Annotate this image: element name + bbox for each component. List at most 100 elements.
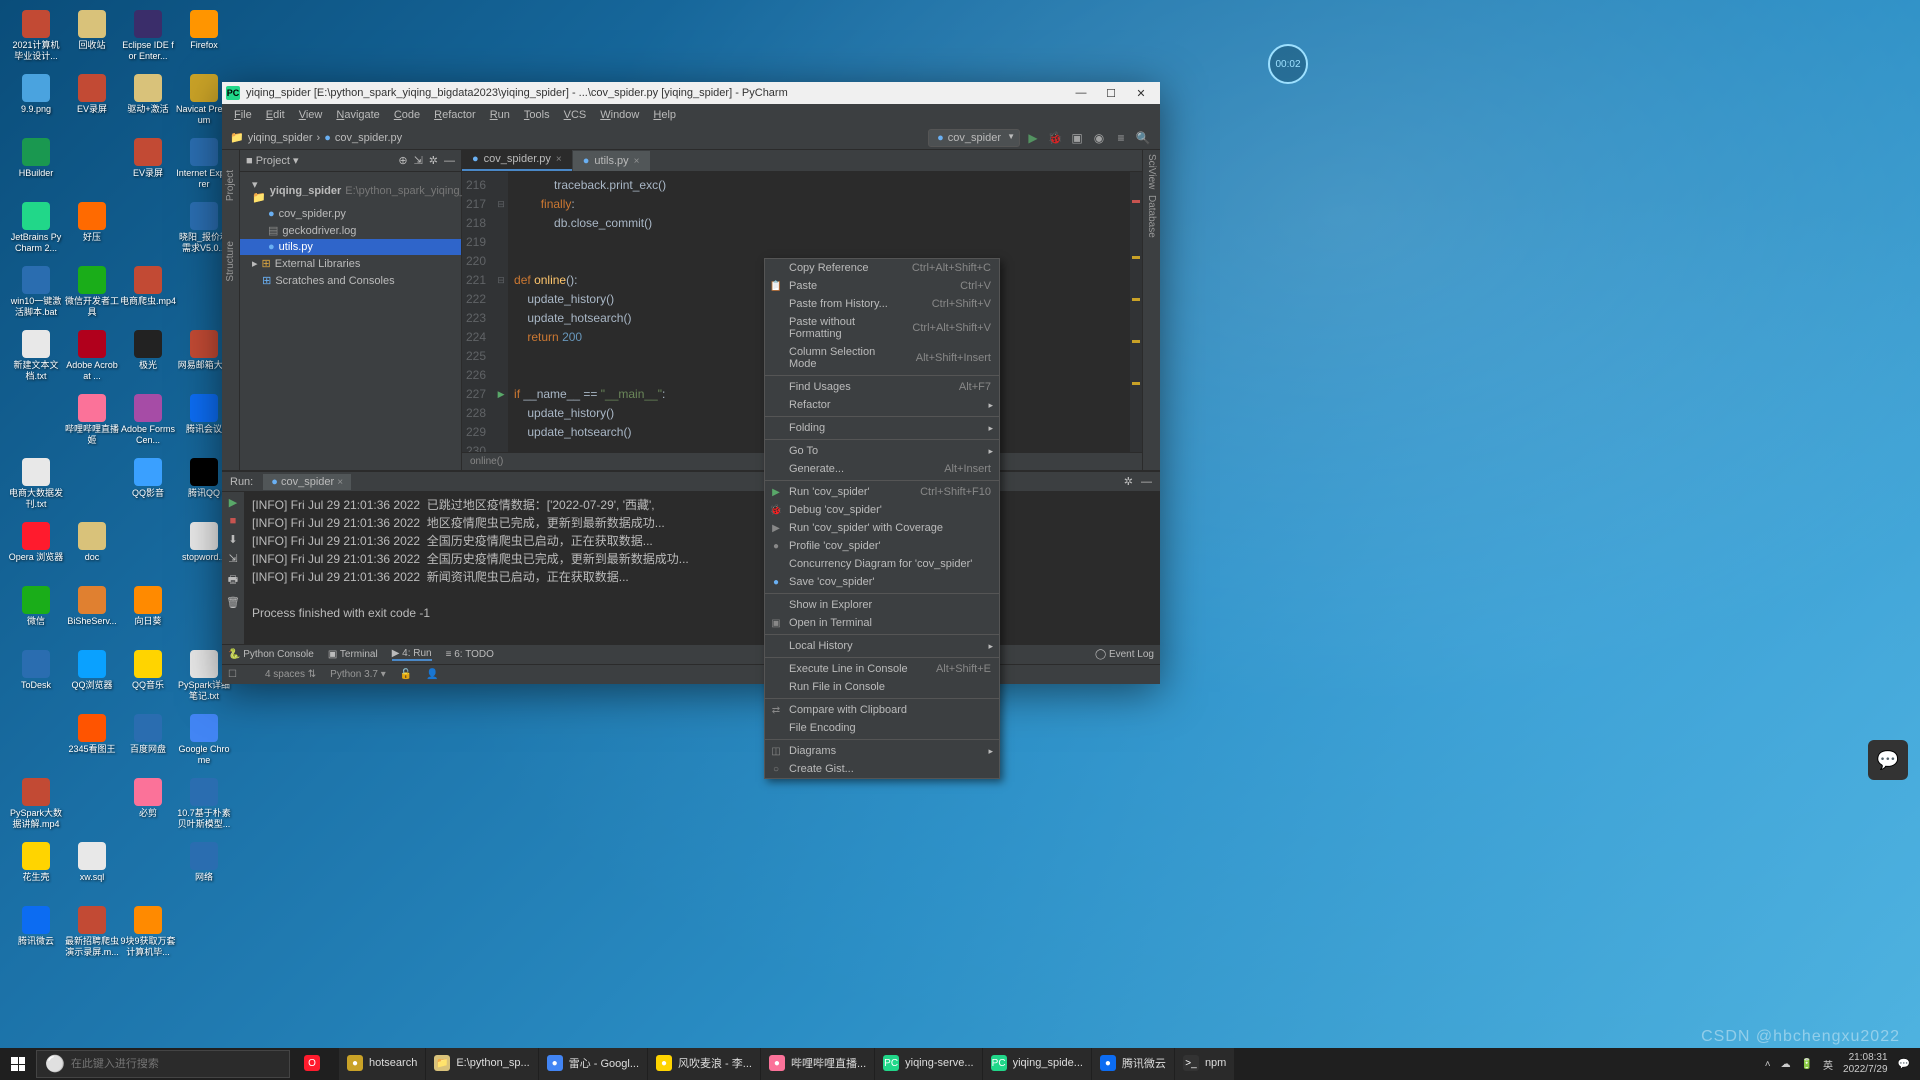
taskbar-item[interactable]: ●hotsearch [339,1048,425,1080]
menu-tools[interactable]: Tools [518,106,556,124]
desktop-icon[interactable]: 2021计算机毕业设计... [8,10,64,74]
desktop-icon[interactable]: HBuilder [8,138,64,202]
status-python[interactable]: Python 3.7 ▾ [330,669,386,680]
taskbar-item[interactable]: >_npm [1175,1048,1234,1080]
side-widget[interactable]: 💬 [1868,740,1908,780]
context-menu-item[interactable]: Concurrency Diagram for 'cov_spider' [765,555,999,573]
desktop-icon[interactable] [64,778,120,842]
tray-battery-icon[interactable]: 🔋 [1801,1059,1813,1070]
context-menu-item[interactable]: ⇄Compare with Clipboard [765,701,999,719]
status-lock-icon[interactable]: 🔓 [400,669,412,680]
tray-notifications-icon[interactable]: 💬 [1898,1059,1910,1070]
context-menu-item[interactable]: Copy ReferenceCtrl+Alt+Shift+C [765,259,999,277]
context-menu-item[interactable]: Execute Line in ConsoleAlt+Shift+E [765,660,999,678]
taskbar-item[interactable]: ●雷心 - Googl... [539,1048,647,1080]
maximize-button[interactable]: ☐ [1096,83,1126,103]
desktop-icon[interactable]: 腾讯微云 [8,906,64,970]
desktop-icon[interactable]: QQ浏览器 [64,650,120,714]
desktop-icon[interactable]: 2345看图王 [64,714,120,778]
taskbar-item[interactable]: ●哔哩哔哩直播... [761,1048,874,1080]
menu-vcs[interactable]: VCS [558,106,593,124]
tab-close-icon[interactable]: × [556,154,562,165]
desktop-icon[interactable]: 9块9获取万套计算机毕... [120,906,176,970]
menu-navigate[interactable]: Navigate [330,106,385,124]
desktop-icon[interactable]: 花生壳 [8,842,64,906]
run-hide-icon[interactable]: — [1141,476,1152,488]
event-log-tab[interactable]: ◯ Event Log [1095,649,1154,660]
desktop-icon[interactable]: 微信 [8,586,64,650]
tree-root[interactable]: ▾ 📁 yiqing_spider E:\python_spark_yiqing… [240,176,461,206]
run-button[interactable]: ▶ [1024,129,1042,147]
context-menu-item[interactable]: Paste from History...Ctrl+Shift+V [765,295,999,313]
desktop-icon[interactable] [120,842,176,906]
tree-scratches[interactable]: ⊞ Scratches and Consoles [240,272,461,289]
breadcrumb-nav[interactable]: online() [470,456,503,467]
menu-view[interactable]: View [293,106,329,124]
menu-help[interactable]: Help [647,106,682,124]
desktop-icon[interactable]: 10.7基于朴素贝叶斯模型... [176,778,232,842]
context-menu-item[interactable]: File Encoding [765,719,999,737]
context-menu-item[interactable]: Find UsagesAlt+F7 [765,378,999,396]
context-menu-item[interactable]: Generate...Alt+Insert [765,460,999,478]
tray-clock[interactable]: 21:08:31 2022/7/29 [1843,1052,1888,1076]
desktop-icon[interactable]: 最新招聘爬虫演示录屏.m... [64,906,120,970]
search-input[interactable] [71,1058,281,1070]
breadcrumb[interactable]: 📁 yiqing_spider › ● cov_spider.py [230,131,402,144]
desktop-icon[interactable]: 新建文本文档.txt [8,330,64,394]
tree-file[interactable]: ● cov_spider.py [240,206,461,222]
desktop-icon[interactable]: 电商爬虫.mp4 [120,266,176,330]
minimize-button[interactable]: — [1066,83,1096,103]
desktop-icon[interactable]: 好压 [64,202,120,266]
taskbar-item[interactable]: PCyiqing-serve... [875,1048,981,1080]
taskbar-item[interactable]: ●风吹麦浪 - 李... [648,1048,760,1080]
run-config-selector[interactable]: ●cov_spider ▼ [928,129,1020,147]
start-button[interactable] [0,1048,36,1080]
editor-tab[interactable]: ●cov_spider.py× [462,149,572,171]
desktop-icon[interactable]: 驱动+激活 [120,74,176,138]
taskbar-item[interactable]: 📁E:\python_sp... [426,1048,537,1080]
desktop-icon[interactable]: QQ影音 [120,458,176,522]
sciview-tab[interactable]: SciView [1146,154,1157,189]
settings-icon[interactable]: ✲ [429,154,438,167]
tree-external-libs[interactable]: ▸ ⊞ External Libraries [240,255,461,272]
desktop-icon[interactable]: Google Chrome [176,714,232,778]
tray-ime[interactable]: 英 [1823,1057,1833,1072]
context-menu-item[interactable]: Column Selection ModeAlt+Shift+Insert [765,343,999,373]
desktop-icon[interactable]: Adobe FormsCen... [120,394,176,458]
print-icon[interactable]: 🖶 [228,571,238,590]
profile-button[interactable]: ◉ [1090,129,1108,147]
status-spaces[interactable]: 4 spaces ⇅ [265,669,316,680]
menu-run[interactable]: Run [484,106,516,124]
desktop-icon[interactable]: EV录屏 [120,138,176,202]
run-down-icon[interactable]: ⬇ [228,533,237,546]
taskbar-search[interactable]: ⚪ [36,1050,290,1078]
desktop-icon[interactable]: 微信开发者工具 [64,266,120,330]
python-console-tab[interactable]: 🐍 Python Console [228,649,314,660]
tree-file[interactable]: ● utils.py [240,239,461,255]
tray-chevron-icon[interactable]: ˄ [1765,1059,1771,1070]
run-settings-icon[interactable]: ✲ [1124,475,1133,488]
menu-file[interactable]: File [228,106,258,124]
desktop-icon[interactable]: Eclipse IDE for Enter... [120,10,176,74]
desktop-icon[interactable]: BiSheServ... [64,586,120,650]
run-tab[interactable]: ● cov_spider × [263,474,351,490]
desktop-icon[interactable] [120,202,176,266]
taskbar-item[interactable]: O [296,1048,338,1080]
project-tab-button[interactable]: Project [225,170,236,201]
database-tab[interactable]: Database [1146,195,1157,238]
structure-button[interactable]: ≡ [1112,129,1130,147]
structure-tab-button[interactable]: Structure [225,241,236,282]
run-tab-bottom[interactable]: ▶ 4: Run [392,648,432,661]
debug-button[interactable]: 🐞 [1046,129,1064,147]
context-menu-item[interactable]: Paste without FormattingCtrl+Alt+Shift+V [765,313,999,343]
context-menu-item[interactable]: ●Profile 'cov_spider' [765,537,999,555]
desktop-icon[interactable]: Adobe Acrobat ... [64,330,120,394]
project-tool-title[interactable]: ■ Project ▾ [246,154,299,167]
desktop-icon[interactable]: PySpark大数据讲解.mp4 [8,778,64,842]
tab-close-icon[interactable]: × [634,156,640,167]
desktop-icon[interactable] [8,714,64,778]
desktop-icon[interactable]: win10一键激活脚本.bat [8,266,64,330]
hide-icon[interactable]: — [444,155,455,167]
taskbar-item[interactable]: ●腾讯微云 [1092,1048,1174,1080]
desktop-icon[interactable]: 百度网盘 [120,714,176,778]
